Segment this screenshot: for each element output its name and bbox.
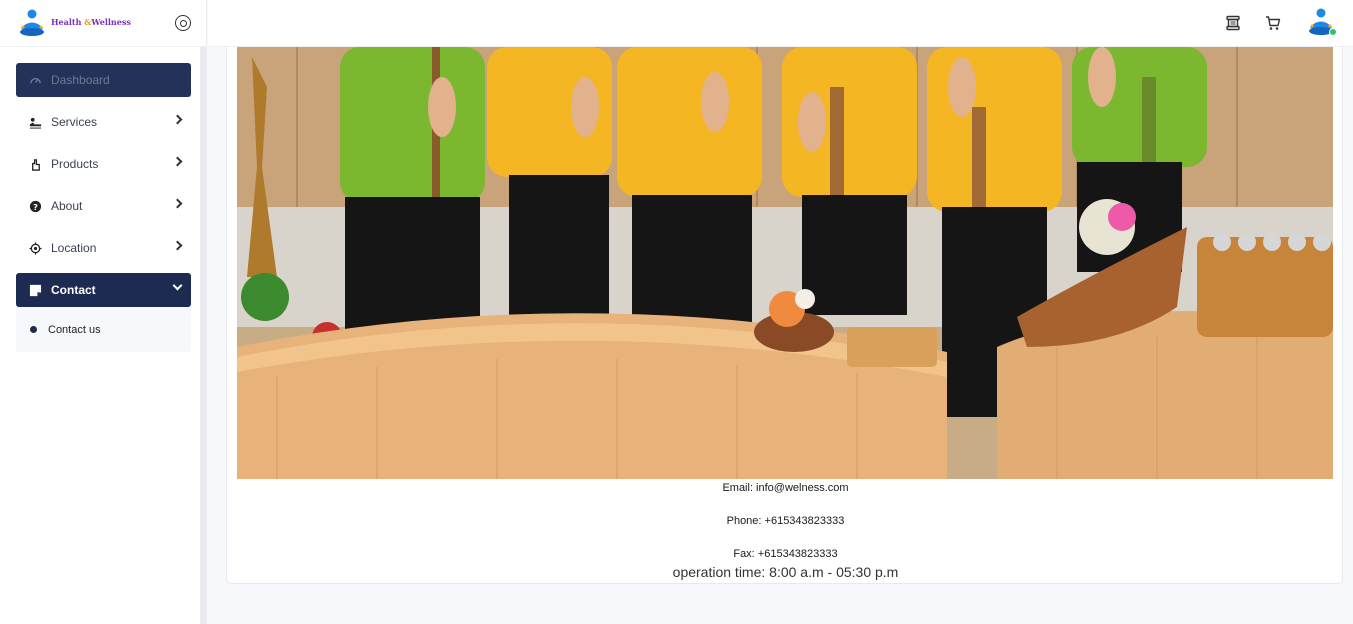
chevron-right-icon: [172, 156, 183, 167]
cart-icon[interactable]: [1265, 15, 1281, 31]
contact-email: Email: info@welness.com: [722, 482, 849, 494]
submenu-item-contact-us[interactable]: Contact us: [16, 307, 191, 352]
chevron-right-icon: [172, 114, 183, 125]
staff-photo: [237, 47, 1333, 479]
operation-time: operation time: 8:00 a.m - 05:30 p.m: [672, 564, 899, 580]
svg-text:?: ?: [33, 201, 38, 211]
location-target-icon: [28, 241, 42, 255]
chevron-right-icon: [172, 198, 183, 209]
sidebar-item-label: Products: [51, 157, 99, 171]
sidebar-item-label: Services: [51, 115, 98, 129]
contact-card: Email: info@welness.com Phone: +61534382…: [226, 47, 1343, 584]
sidebar-nav: Dashboard Services Products ? About Loca…: [16, 63, 191, 352]
staff-photo-image: [237, 47, 1333, 479]
scroll-icon[interactable]: [1225, 15, 1241, 31]
top-header: [208, 0, 1353, 47]
brand-name: Health &Wellness: [51, 17, 131, 27]
hand-product-icon: [28, 157, 42, 171]
massage-icon: [28, 115, 42, 129]
sidebar-item-contact[interactable]: Contact: [16, 273, 191, 307]
sidebar-toggle-icon[interactable]: [175, 15, 191, 31]
online-status-badge: [1329, 28, 1337, 36]
sidebar-item-products[interactable]: Products: [16, 147, 191, 181]
sidebar-item-location[interactable]: Location: [16, 231, 191, 265]
question-circle-icon: ?: [28, 199, 42, 213]
brand-name-part3: Wellness: [91, 17, 131, 27]
sidebar-item-label: About: [51, 199, 83, 213]
sidebar-item-label: Dashboard: [51, 73, 110, 87]
sidebar-item-dashboard[interactable]: Dashboard: [16, 63, 191, 97]
sidebar-scrollbar[interactable]: [200, 47, 206, 624]
sidebar-item-label: Contact: [51, 283, 96, 297]
bullet-dot-icon: [30, 326, 37, 333]
brand-name-part1: Health: [51, 17, 82, 27]
contact-phone: Phone: +615343823333: [726, 515, 845, 527]
sidebar-item-about[interactable]: ? About: [16, 189, 191, 223]
submenu-item-label: Contact us: [48, 323, 101, 336]
sidebar-item-services[interactable]: Services: [16, 105, 191, 139]
brand-row: Health &Wellness: [0, 0, 207, 47]
chevron-right-icon: [172, 240, 183, 251]
sidebar-item-label: Location: [51, 241, 97, 255]
chevron-down-icon: [172, 280, 183, 291]
logo-meditation-icon[interactable]: [17, 8, 47, 38]
contact-fax: Fax: +615343823333: [733, 548, 838, 560]
dashboard-gauge-icon: [28, 73, 42, 87]
sidebar: Health &Wellness Dashboard Services Prod…: [0, 0, 207, 624]
avatar[interactable]: [1306, 7, 1337, 37]
note-icon: [28, 283, 42, 297]
